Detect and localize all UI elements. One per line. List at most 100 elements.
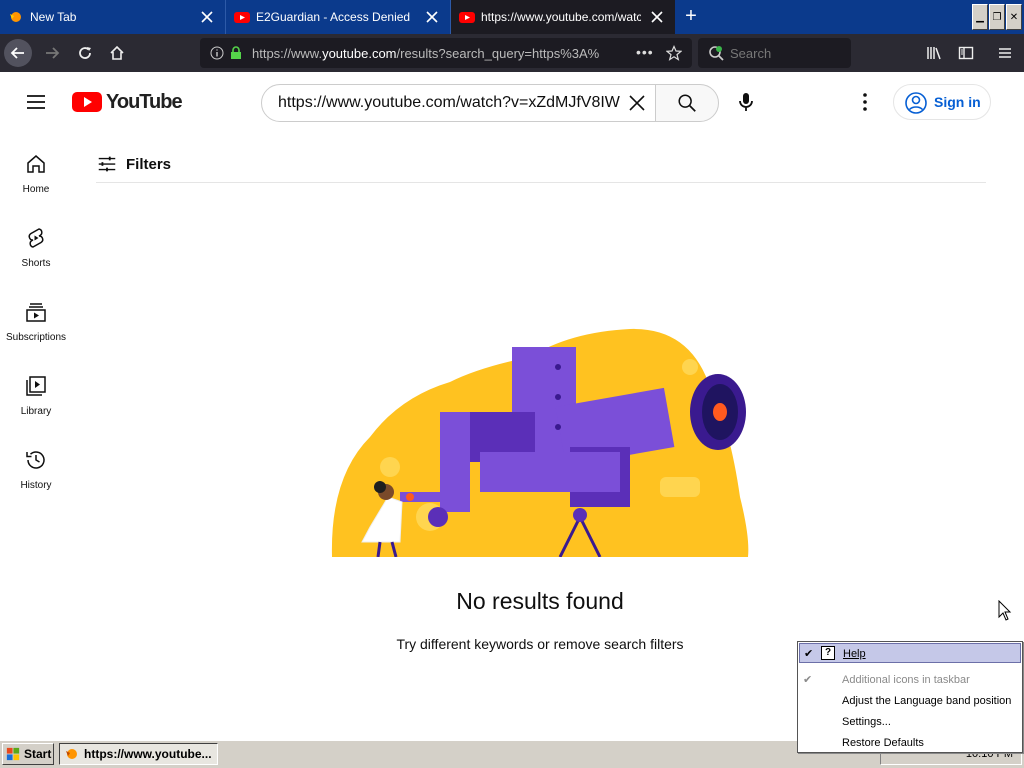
home-button[interactable] bbox=[103, 39, 131, 67]
reload-button[interactable] bbox=[71, 39, 99, 67]
youtube-logo[interactable]: YouTube bbox=[72, 90, 183, 114]
tab-youtube-active[interactable]: https://www.youtube.com/watch?v=xZdMJfV8… bbox=[450, 0, 675, 34]
youtube-header: YouTube https://www.youtube.com/watch?v=… bbox=[0, 72, 1024, 132]
subscriptions-icon bbox=[26, 303, 46, 322]
taskbar-item-label: https://www.youtube... bbox=[84, 747, 212, 761]
start-button[interactable]: Start bbox=[2, 743, 54, 765]
youtube-favicon-icon bbox=[234, 12, 250, 23]
back-button[interactable] bbox=[4, 39, 32, 67]
filters-button[interactable]: Filters bbox=[96, 152, 171, 176]
search-icon bbox=[678, 94, 696, 112]
library-icon bbox=[26, 376, 46, 396]
sign-in-button[interactable]: Sign in bbox=[893, 84, 991, 120]
windows-logo-icon bbox=[6, 747, 20, 761]
browser-tab-strip: New Tab E2Guardian - Access Denied https… bbox=[0, 0, 1024, 34]
no-results-subtitle: Try different keywords or remove search … bbox=[396, 636, 684, 652]
search-query-text: https://www.youtube.com/watch?v=xZdMJfV8… bbox=[278, 94, 620, 111]
guide-item-shorts[interactable]: Shorts bbox=[0, 218, 72, 292]
close-tab-icon[interactable] bbox=[649, 9, 665, 25]
lock-icon[interactable] bbox=[230, 46, 242, 60]
filters-label: Filters bbox=[126, 155, 172, 173]
guide-label: History bbox=[20, 480, 52, 491]
search-engine-icon bbox=[709, 46, 724, 61]
home-icon bbox=[27, 155, 45, 173]
guide-item-home[interactable]: Home bbox=[0, 144, 72, 218]
close-tab-icon[interactable] bbox=[199, 9, 215, 25]
library-button[interactable] bbox=[920, 39, 948, 67]
new-tab-button[interactable]: + bbox=[680, 6, 702, 28]
menu-item-additional-icons: ✔ Additional icons in taskbar bbox=[799, 670, 1021, 690]
guide-item-history[interactable]: History bbox=[0, 440, 72, 514]
guide-label: Library bbox=[20, 406, 52, 417]
restore-button[interactable]: ❐ bbox=[989, 4, 1005, 30]
mouse-cursor-icon bbox=[998, 600, 1012, 621]
sign-in-label: Sign in bbox=[934, 94, 981, 110]
menu-item-adjust-language-band[interactable]: Adjust the Language band position bbox=[799, 691, 1021, 711]
minimize-button[interactable]: ▁ bbox=[972, 4, 988, 30]
home-icon bbox=[110, 45, 124, 60]
youtube-search-input[interactable]: https://www.youtube.com/watch?v=xZdMJfV8… bbox=[261, 84, 656, 122]
clear-search-icon[interactable] bbox=[627, 93, 647, 113]
start-label: Start bbox=[24, 747, 52, 761]
sidebar-button[interactable] bbox=[952, 39, 980, 67]
menu-item-label: Help bbox=[843, 648, 866, 660]
guide-menu-icon[interactable] bbox=[24, 90, 48, 114]
tab-title: https://www.youtube.com/watch?v=xZdMJfV8… bbox=[481, 10, 641, 24]
close-window-button[interactable]: ✕ bbox=[1006, 4, 1022, 30]
microphone-icon[interactable] bbox=[734, 90, 758, 114]
sidebar-icon bbox=[958, 46, 974, 60]
filters-divider bbox=[96, 182, 986, 183]
youtube-favicon-icon bbox=[459, 12, 475, 23]
info-icon[interactable] bbox=[210, 46, 224, 60]
menu-item-restore-defaults[interactable]: Restore Defaults bbox=[799, 733, 1021, 753]
account-icon bbox=[905, 92, 927, 114]
menu-item-settings[interactable]: Settings... bbox=[799, 712, 1021, 732]
guide-label: Shorts bbox=[21, 258, 51, 269]
menu-item-help[interactable]: ✔ ? Help bbox=[799, 643, 1021, 663]
tab-new-tab[interactable]: New Tab bbox=[0, 0, 225, 34]
checkmark-icon: ✔ bbox=[804, 648, 814, 660]
firefox-icon bbox=[10, 12, 21, 22]
menu-item-label: Adjust the Language band position bbox=[842, 695, 1012, 707]
browser-search-box[interactable]: Search bbox=[698, 38, 851, 68]
history-icon bbox=[26, 451, 45, 469]
forward-button[interactable] bbox=[38, 39, 66, 67]
taskbar-context-menu: ✔ ? Help ✔ Additional icons in taskbar A… bbox=[797, 641, 1023, 753]
url-text: https://www.youtube.com/results?search_q… bbox=[252, 46, 600, 61]
guide-item-library[interactable]: Library bbox=[0, 366, 72, 440]
menu-item-label: Settings... bbox=[842, 716, 891, 728]
window-controls: ▁ ❐ ✕ bbox=[972, 4, 1022, 30]
reload-icon bbox=[79, 47, 91, 59]
search-placeholder: Search bbox=[730, 46, 772, 61]
shorts-icon bbox=[28, 228, 44, 248]
no-results-title: No results found bbox=[456, 588, 624, 614]
app-menu-button[interactable] bbox=[991, 39, 1019, 67]
bookmark-star-icon[interactable] bbox=[666, 45, 682, 61]
guide-item-subscriptions[interactable]: Subscriptions bbox=[0, 292, 72, 366]
library-icon bbox=[927, 47, 941, 60]
tab-title: New Tab bbox=[30, 10, 77, 24]
tab-title: E2Guardian - Access Denied bbox=[256, 10, 411, 24]
menu-item-label: Additional icons in taskbar bbox=[842, 674, 970, 686]
no-results-illustration bbox=[331, 328, 749, 557]
filter-sliders-icon bbox=[98, 156, 116, 172]
guide-label: Subscriptions bbox=[5, 332, 67, 343]
youtube-page: YouTube https://www.youtube.com/watch?v=… bbox=[0, 72, 1024, 740]
close-tab-icon[interactable] bbox=[424, 9, 440, 25]
tab-e2guardian[interactable]: E2Guardian - Access Denied bbox=[225, 0, 450, 34]
menu-item-label: Restore Defaults bbox=[842, 737, 924, 749]
forward-arrow-icon bbox=[46, 47, 60, 59]
youtube-search-button[interactable] bbox=[655, 84, 719, 122]
taskbar-item-firefox[interactable]: https://www.youtube... bbox=[59, 743, 218, 765]
guide-label: Home bbox=[22, 184, 50, 195]
back-arrow-icon bbox=[10, 47, 24, 59]
address-bar[interactable]: https://www.youtube.com/results?search_q… bbox=[200, 38, 692, 68]
hamburger-menu-icon bbox=[999, 48, 1011, 58]
youtube-logo-text: YouTube bbox=[106, 90, 183, 113]
firefox-icon bbox=[66, 749, 77, 759]
more-options-icon[interactable] bbox=[853, 90, 877, 114]
browser-navbar: https://www.youtube.com/results?search_q… bbox=[0, 34, 1024, 72]
page-actions-icon[interactable]: ••• bbox=[636, 44, 654, 60]
help-icon: ? bbox=[821, 646, 835, 660]
checkmark-icon: ✔ bbox=[803, 674, 813, 686]
